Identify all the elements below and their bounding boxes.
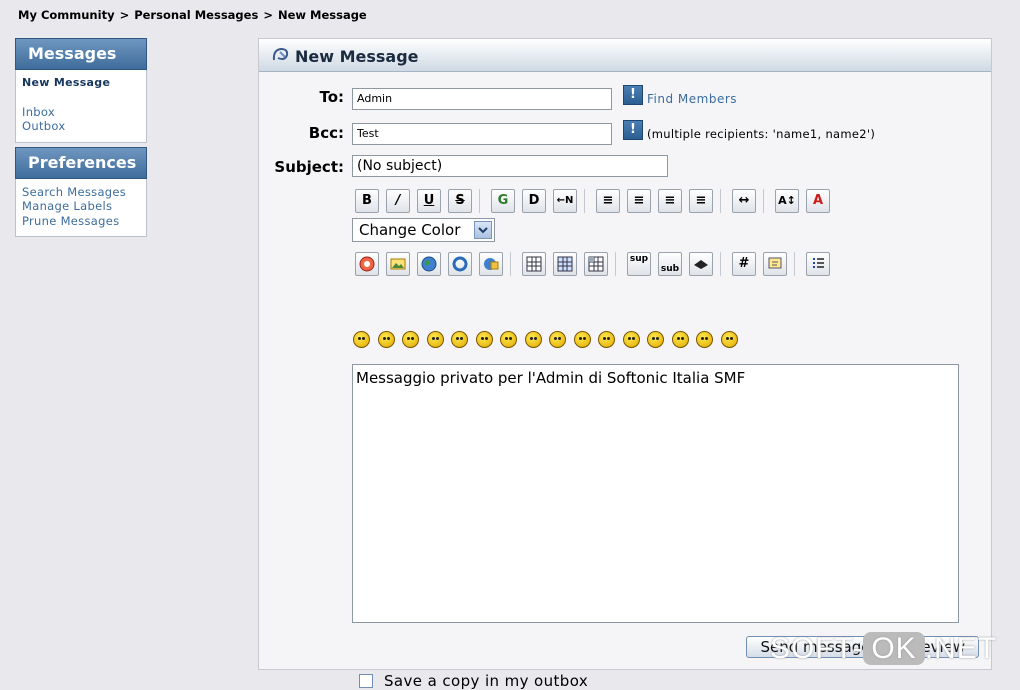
watermark-left: SOFT- (770, 632, 864, 665)
shadow-icon[interactable]: D (522, 189, 546, 213)
ftp-icon[interactable] (479, 252, 503, 276)
breadcrumb-personal-messages[interactable]: Personal Messages (134, 8, 258, 22)
flash-icon[interactable] (355, 252, 379, 276)
to-lookup-icon[interactable]: ! (623, 85, 643, 105)
bcc-lookup-icon[interactable]: ! (623, 120, 643, 140)
align-left-icon[interactable]: ≡ (627, 189, 651, 213)
bcc-hint: (multiple recipients: 'name1, name2') (647, 127, 876, 141)
align-center-icon[interactable]: ≡ (658, 189, 682, 213)
sidebar-item-outbox[interactable]: Outbox (22, 119, 140, 134)
sidebar-item-inbox[interactable]: Inbox (22, 105, 140, 120)
sidebar-item-new-message[interactable]: New Message (22, 76, 140, 91)
smiley-icon[interactable] (451, 331, 468, 348)
superscript-icon[interactable]: sup (627, 252, 651, 276)
change-color-select[interactable]: Change Color (352, 218, 495, 242)
smiley-icon[interactable] (622, 331, 640, 348)
sidebar: Messages New Message Inbox Outbox Prefer… (15, 38, 147, 237)
to-label: To: (319, 88, 344, 106)
find-members-link[interactable]: Find Members (647, 92, 737, 106)
subject-label: Subject: (274, 158, 344, 176)
align-right-icon[interactable]: ≡ (689, 189, 713, 213)
smiley-icon[interactable] (720, 331, 738, 348)
panel-header: New Message (259, 39, 991, 72)
font-face-icon[interactable]: A (806, 189, 830, 213)
image-icon[interactable] (386, 252, 410, 276)
sidebar-item-prune-messages[interactable]: Prune Messages (22, 214, 140, 229)
watermark-right: .NET (924, 632, 998, 665)
breadcrumb: My Community > Personal Messages > New Messa… (18, 8, 367, 22)
table-column-icon[interactable] (584, 252, 608, 276)
change-color-value: Change Color (359, 221, 461, 239)
smiley-icon[interactable] (524, 331, 542, 348)
italic-icon[interactable]: / (386, 189, 410, 213)
code-icon[interactable]: # (732, 252, 756, 276)
smiley-icon[interactable] (598, 331, 615, 348)
sidebar-item-manage-labels[interactable]: Manage Labels (22, 199, 140, 214)
new-message-icon (271, 41, 291, 61)
smiley-icon[interactable] (500, 331, 517, 348)
smiley-icon[interactable] (377, 331, 395, 348)
bold-icon[interactable]: B (355, 189, 379, 213)
subject-field[interactable]: (No subject) (352, 155, 668, 177)
move-icon[interactable]: ←N (553, 189, 577, 213)
breadcrumb-new-message[interactable]: New Message (278, 8, 367, 22)
message-textarea[interactable]: Messaggio privato per l'Admin di Softoni… (352, 364, 959, 623)
table-row-icon[interactable] (553, 252, 577, 276)
watermark: SOFT- OK .NET (770, 632, 997, 666)
to-field[interactable]: Admin (352, 88, 612, 110)
smiley-icon[interactable] (402, 331, 419, 348)
bcc-field[interactable]: Test (352, 123, 612, 145)
smiley-icon[interactable] (426, 331, 444, 348)
strikethrough-icon[interactable]: S (448, 189, 472, 213)
smiley-icon[interactable] (549, 331, 566, 348)
smiley-icon[interactable] (475, 331, 493, 348)
watermark-ok: OK (863, 632, 925, 665)
smiley-icon[interactable] (647, 331, 664, 348)
chevron-down-icon (474, 221, 492, 239)
font-size-icon[interactable]: A↕ (775, 189, 799, 213)
horizontal-rule-icon[interactable]: ↔ (732, 189, 756, 213)
email-icon[interactable] (448, 252, 472, 276)
sidebar-item-search-messages[interactable]: Search Messages (22, 185, 140, 200)
glow-icon[interactable]: G (491, 189, 515, 213)
preferences-header: Preferences (15, 146, 147, 179)
table-icon[interactable] (522, 252, 546, 276)
smiley-icon[interactable] (671, 331, 689, 348)
quote-icon[interactable] (763, 252, 787, 276)
smiley-icon[interactable] (573, 331, 591, 348)
breadcrumb-separator: > (263, 8, 273, 22)
new-message-panel: New Message To: Admin ! Find Members Bcc… (258, 38, 992, 690)
list-icon[interactable] (806, 252, 830, 276)
messages-header: Messages (15, 38, 147, 70)
underline-icon[interactable]: U (417, 189, 441, 213)
smiley-icon[interactable] (696, 331, 713, 348)
preformatted-icon[interactable]: ≡ (596, 189, 620, 213)
breadcrumb-separator: > (119, 8, 130, 22)
smiley-icon[interactable] (353, 331, 370, 348)
subscript-icon[interactable]: sub (658, 252, 682, 276)
save-copy-checkbox[interactable] (359, 674, 373, 688)
panel-body: To: Admin ! Find Members Bcc: Test ! (mu… (259, 72, 991, 690)
breadcrumb-home[interactable]: My Community (18, 8, 115, 22)
teletype-icon[interactable] (689, 252, 713, 276)
save-copy-label: Save a copy in my outbox (384, 672, 589, 690)
panel-title: New Message (295, 47, 419, 66)
hyperlink-icon[interactable] (417, 252, 441, 276)
messages-list: New Message Inbox Outbox (15, 70, 147, 143)
preferences-list: Search Messages Manage Labels Prune Mess… (15, 178, 147, 237)
bcc-label: Bcc: (308, 124, 344, 142)
